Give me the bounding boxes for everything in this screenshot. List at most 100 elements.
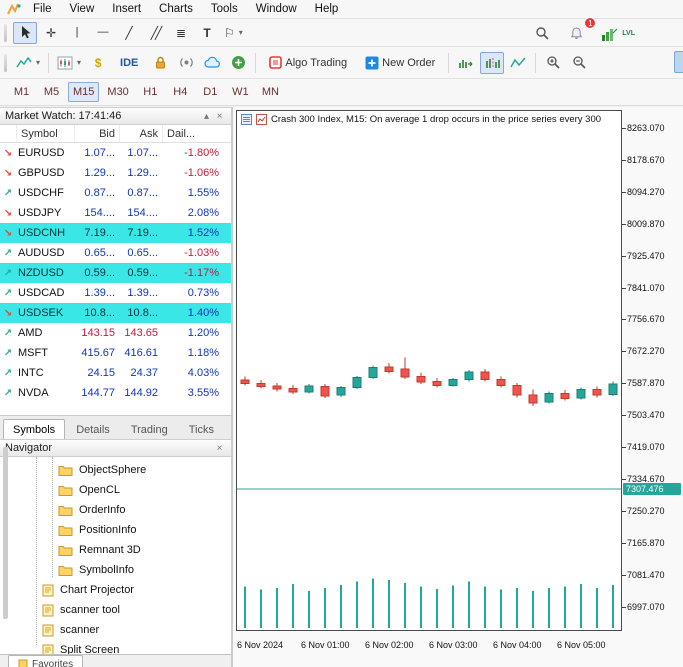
new-order-button[interactable]: New Order [357, 52, 443, 74]
navigator-item[interactable]: Split Screen [0, 640, 231, 654]
menu-charts[interactable]: Charts [150, 1, 202, 17]
toolbar-overflow-button[interactable] [674, 51, 683, 73]
market-watch-row[interactable]: ↗ USDCHF 0.87... 0.87... 1.55% [0, 183, 231, 203]
lvl-label: LVL [622, 29, 635, 37]
market-watch-row[interactable]: ↗ MSFT 415.67 416.61 1.18% [0, 343, 231, 363]
market-watch-row[interactable]: ↘ GBPUSD 1.29... 1.29... -1.06% [0, 163, 231, 183]
market-watch-row[interactable]: ↗ INTC 24.15 24.37 4.03% [0, 363, 231, 383]
x-axis-label: 6 Nov 2024 [237, 640, 284, 650]
deposit-button[interactable]: $ [86, 52, 110, 74]
candlestick-chart[interactable] [237, 111, 621, 630]
timeframe-m15[interactable]: M15 [68, 82, 100, 102]
menu-file[interactable]: File [24, 1, 61, 17]
algo-trading-button[interactable]: Algo Trading [261, 52, 355, 74]
app-logo-icon [6, 3, 21, 16]
objects-tool-button[interactable]: ⚐ ▾ [221, 22, 246, 44]
y-axis-tick [622, 415, 626, 417]
horizontal-line-tool-button[interactable]: — [91, 22, 115, 44]
menu-window[interactable]: Window [247, 1, 306, 17]
add-account-button[interactable] [226, 52, 250, 74]
menu-help[interactable]: Help [306, 1, 348, 17]
tick-up-icon: ↗ [3, 267, 13, 279]
current-price-tag: 7307.476 [623, 483, 681, 496]
crosshair-tool-button[interactable]: ✛ [39, 22, 63, 44]
market-watch-row[interactable]: ↗ NZDUSD 0.59... 0.59... -1.17% [0, 263, 231, 283]
close-icon[interactable]: × [213, 111, 226, 122]
tab-favorites[interactable]: Favorites [8, 655, 84, 667]
navigator-item[interactable]: Remnant 3D [0, 540, 231, 560]
close-icon[interactable]: × [213, 443, 226, 454]
y-axis-tick [622, 447, 626, 448]
navigator-item[interactable]: Chart Projector [0, 580, 231, 600]
pin-icon[interactable]: ▴ [200, 111, 213, 122]
navigator-item[interactable]: PositionInfo [0, 520, 231, 540]
chart-mode-button[interactable]: ▾ [54, 52, 84, 74]
chart-shift-button[interactable] [480, 51, 505, 74]
broadcast-button[interactable] [174, 52, 198, 74]
timeframe-mn[interactable]: MN [257, 82, 284, 102]
chart-plot[interactable]: Crash 300 Index, M15: On average 1 drop … [236, 110, 622, 631]
market-watch-row[interactable]: ↗ AMD 143.15 143.65 1.20% [0, 323, 231, 343]
zoom-out-button[interactable] [567, 52, 591, 74]
navigator-item[interactable]: scanner [0, 620, 231, 640]
tab-trading[interactable]: Trading [121, 419, 178, 439]
navigator-item[interactable]: ObjectSphere [0, 460, 231, 480]
market-watch-row[interactable]: ↗ AUDUSD 0.65... 0.65... -1.03% [0, 243, 231, 263]
menu-view[interactable]: View [61, 1, 104, 17]
toolbar-grip[interactable] [4, 53, 7, 72]
toolbar-grip[interactable] [4, 23, 7, 42]
tab-details[interactable]: Details [66, 419, 120, 439]
timeframe-w1[interactable]: W1 [227, 82, 254, 102]
tree-connector-line [52, 457, 53, 577]
indicators-button[interactable]: ▾ [13, 52, 43, 74]
market-watch-row[interactable]: ↗ USDCAD 1.39... 1.39... 0.73% [0, 283, 231, 303]
standard-toolbar: ✛ | — ╱ ╱╱ ≣ T ⚐ ▾ 1 LVL [0, 17, 683, 47]
search-button[interactable] [530, 22, 554, 44]
market-watch-row[interactable]: ↗ NVDA 144.77 144.92 3.55% [0, 383, 231, 403]
y-axis-label: 7419.070 [627, 442, 665, 452]
menu-tools[interactable]: Tools [202, 1, 247, 17]
trendline-tool-button[interactable]: ╱ [117, 22, 141, 44]
timeframe-h4[interactable]: H4 [167, 82, 194, 102]
menu-insert[interactable]: Insert [103, 1, 150, 17]
lock-button[interactable] [148, 52, 172, 74]
market-watch-row[interactable]: ↘ EURUSD 1.07... 1.07... -1.80% [0, 143, 231, 163]
levels-button[interactable]: LVL [598, 22, 638, 44]
timeframe-m30[interactable]: M30 [102, 82, 133, 102]
cloud-button[interactable] [200, 52, 224, 74]
objects-icon: ⚐ [224, 25, 235, 40]
navigator-scrollbar[interactable] [3, 447, 8, 619]
navigator-item[interactable]: scanner tool [0, 600, 231, 620]
timeframe-d1[interactable]: D1 [197, 82, 224, 102]
market-watch-row[interactable]: ↘ USDCNH 7.19... 7.19... 1.52% [0, 223, 231, 243]
y-axis-label: 7587.870 [627, 378, 665, 389]
timeframe-m1[interactable]: M1 [8, 82, 35, 102]
timeframe-h1[interactable]: H1 [137, 82, 164, 102]
text-tool-button[interactable]: T [195, 22, 219, 44]
tab-ticks[interactable]: Ticks [179, 419, 224, 439]
ide-button[interactable]: IDE [112, 52, 146, 74]
timeframe-m5[interactable]: M5 [38, 82, 65, 102]
column-icon-spacer [0, 125, 16, 142]
auto-scroll-button[interactable] [454, 52, 478, 74]
column-ask[interactable]: Ask [119, 125, 162, 142]
vertical-line-tool-button[interactable]: | [65, 22, 89, 44]
column-bid[interactable]: Bid [74, 125, 119, 142]
channel-tool-button[interactable]: ╱╱ [143, 22, 167, 44]
bid-cell: 1.29... [84, 167, 115, 179]
equidistant-tool-button[interactable]: ≣ [169, 22, 193, 44]
zigzag-button[interactable] [506, 52, 530, 74]
column-symbol[interactable]: Symbol [16, 125, 74, 142]
navigator-item[interactable]: SymbolInfo [0, 560, 231, 580]
cursor-tool-button[interactable] [13, 21, 37, 44]
market-watch-row[interactable]: ↘ USDSEK 10.8... 10.8... 1.40% [0, 303, 231, 323]
navigator-item[interactable]: OpenCL [0, 480, 231, 500]
one-click-trading-icon[interactable] [241, 114, 252, 125]
tab-symbols[interactable]: Symbols [3, 419, 66, 439]
ask-cell: 7.19... [127, 227, 158, 239]
x-axis-label: 6 Nov 02:00 [365, 640, 414, 650]
navigator-item[interactable]: OrderInfo [0, 500, 231, 520]
zoom-in-button[interactable] [541, 52, 565, 74]
market-watch-row[interactable]: ↘ USDJPY 154.... 154.... 2.08% [0, 203, 231, 223]
column-daily[interactable]: Dail... [162, 125, 231, 142]
